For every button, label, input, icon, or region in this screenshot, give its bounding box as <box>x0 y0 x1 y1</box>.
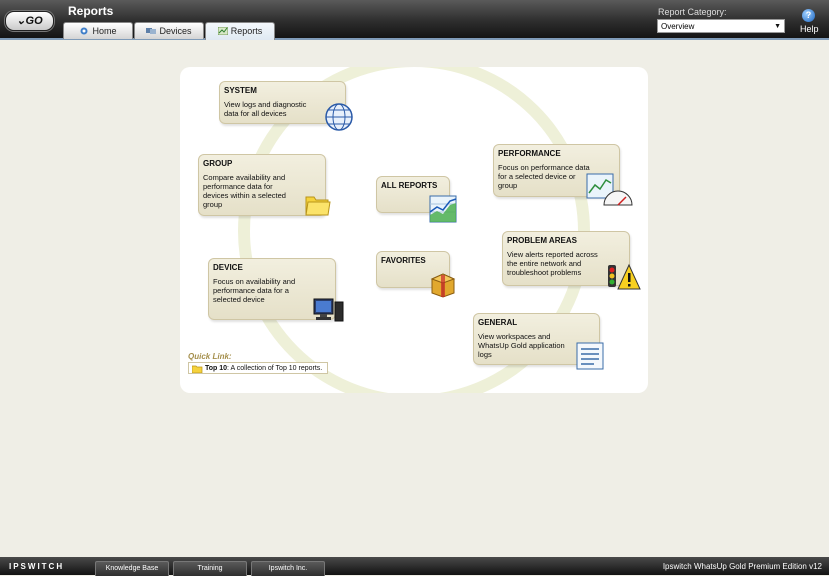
device-card[interactable]: DEVICE Focus on availability and performa… <box>208 258 344 322</box>
problem-areas-description: View alerts reported across the entire ne… <box>507 250 598 277</box>
tab-devices-label: Devices <box>159 26 192 36</box>
warning-icon <box>608 263 641 290</box>
computer-icon <box>313 298 344 322</box>
quick-link-top10[interactable]: Top 10: A collection of Top 10 reports. <box>188 362 328 374</box>
tab-devices[interactable]: Devices <box>134 22 204 39</box>
devices-icon <box>146 24 157 34</box>
system-description: View logs and diagnostic data for all dev… <box>224 100 307 118</box>
go-label: GO <box>25 15 43 27</box>
tab-home[interactable]: Home <box>63 22 133 39</box>
report-category-value: Overview <box>661 22 695 31</box>
ipswitch-logo: IPSWITCH <box>9 562 65 571</box>
tab-reports-label: Reports <box>230 26 263 36</box>
chevron-down-icon: ▼ <box>774 23 781 30</box>
page-title: Reports <box>68 4 114 18</box>
home-icon <box>79 24 89 35</box>
problem-areas-title: PROBLEM AREAS <box>507 236 577 245</box>
quick-link-label: Quick Link: <box>188 352 232 361</box>
performance-title: PERFORMANCE <box>498 149 561 158</box>
reports-icon <box>217 24 229 36</box>
folder-icon <box>305 196 331 216</box>
problem-areas-card[interactable]: PROBLEM AREAS View alerts reported acros… <box>502 231 641 290</box>
report-categories-panel: SYSTEM View logs and diagnostic data for … <box>180 67 648 393</box>
general-card[interactable]: GENERAL View workspaces and WhatsUp Gold … <box>473 313 604 370</box>
group-title: GROUP <box>203 159 233 168</box>
edition-label: Ipswitch WhatsUp Gold Premium Edition v1… <box>662 562 822 571</box>
device-title: DEVICE <box>213 263 243 272</box>
favorites-title: FAVORITES <box>381 256 426 265</box>
chart-icon <box>429 195 457 223</box>
gauge-icon <box>586 173 633 206</box>
favorites-card[interactable]: FAVORITES <box>376 251 456 298</box>
header-bar: ⌄GO Reports Home Devices Reports Report … <box>0 0 829 40</box>
tab-home-label: Home <box>92 26 117 36</box>
globe-icon <box>325 103 353 131</box>
chevron-down-icon: ⌄ <box>16 15 26 27</box>
footer-link-knowledge-base[interactable]: Knowledge Base <box>95 561 169 576</box>
all-reports-title: ALL REPORTS <box>381 181 438 190</box>
performance-card[interactable]: PERFORMANCE Focus on performance data for… <box>493 144 633 206</box>
document-icon <box>576 342 604 370</box>
performance-description: Focus on performance data for a selected … <box>498 163 590 190</box>
go-button[interactable]: ⌄GO <box>5 11 54 31</box>
footer-link-training[interactable]: Training <box>173 561 247 576</box>
footer-bar: IPSWITCH Knowledge Base Training Ipswitc… <box>0 557 829 576</box>
general-description: View workspaces and WhatsUp Gold applicat… <box>478 332 565 359</box>
all-reports-card[interactable]: ALL REPORTS <box>376 176 457 223</box>
report-category-label: Report Category: <box>658 7 727 17</box>
quick-link-name: Top 10 <box>205 365 228 372</box>
folder-icon <box>192 365 203 373</box>
report-category-select[interactable]: Overview ▼ <box>657 19 785 33</box>
help-label[interactable]: Help <box>800 24 819 34</box>
footer-link-ipswitch[interactable]: Ipswitch Inc. <box>251 561 325 576</box>
system-title: SYSTEM <box>224 86 257 95</box>
device-description: Focus on availability and performance dat… <box>213 277 296 304</box>
help-icon[interactable]: ? <box>802 9 815 22</box>
group-description: Compare availability and performance data… <box>203 173 286 209</box>
quick-link-description: : A collection of Top 10 reports. <box>227 365 323 372</box>
system-card[interactable]: SYSTEM View logs and diagnostic data for … <box>219 81 353 131</box>
tab-reports[interactable]: Reports <box>205 22 275 40</box>
group-card[interactable]: GROUP Compare availability and performanc… <box>198 154 331 216</box>
general-title: GENERAL <box>478 318 518 327</box>
box-icon <box>430 273 456 298</box>
